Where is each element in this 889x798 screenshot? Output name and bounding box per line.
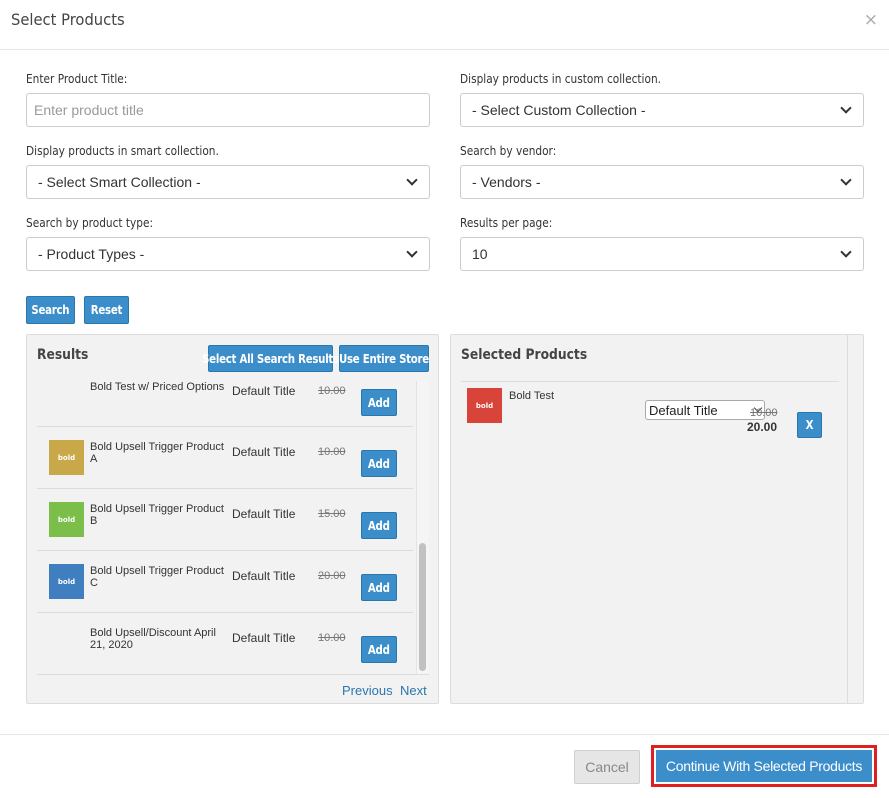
results-panel: Results Select All Search Results Use En…: [26, 334, 439, 704]
variant-label: Default Title: [232, 507, 296, 521]
selected-panel: Selected Products bold Bold Test Default…: [450, 334, 864, 704]
vendor-value: - Vendors -: [472, 174, 541, 190]
panel-divider: [847, 335, 848, 703]
add-label: Add: [368, 518, 390, 533]
add-label: Add: [368, 395, 390, 410]
custom-collection-label: Display products in custom collection.: [460, 72, 662, 86]
selected-header-divider: [461, 381, 839, 382]
cancel-button[interactable]: Cancel: [574, 750, 640, 784]
custom-collection-value: - Select Custom Collection -: [472, 102, 646, 118]
reset-button-label: Reset: [90, 303, 123, 317]
result-row: Bold Upsell/Discount April 21, 2020 Defa…: [37, 613, 413, 674]
chevron-down-icon: [406, 174, 418, 186]
vendor-select[interactable]: - Vendors -: [460, 165, 864, 199]
price: 10.00: [318, 446, 346, 458]
search-button[interactable]: Search: [26, 296, 75, 324]
product-name: Bold Test: [509, 390, 555, 402]
close-icon[interactable]: ×: [864, 10, 878, 30]
vendor-label: Search by vendor:: [460, 144, 557, 158]
add-label: Add: [368, 642, 390, 657]
product-title-label: Enter Product Title:: [26, 72, 128, 86]
product-name: Bold Upsell Trigger Product B: [90, 503, 224, 527]
chevron-down-icon: [840, 102, 852, 114]
chevron-down-icon: [840, 174, 852, 186]
select-all-results-button[interactable]: Select All Search Results: [202, 345, 339, 372]
smart-collection-select[interactable]: - Select Smart Collection -: [26, 165, 430, 199]
use-entire-store-label: Use Entire Store: [338, 351, 430, 366]
per-page-value: 10: [472, 246, 488, 262]
product-name: Bold Upsell Trigger Product C: [90, 565, 224, 589]
result-row: Bold Test w/ Priced Options Default Titl…: [37, 381, 413, 427]
add-button[interactable]: Add: [361, 450, 397, 477]
add-label: Add: [368, 580, 390, 595]
result-row: bold Bold Upsell Trigger Product A Defau…: [37, 427, 413, 489]
selected-title: Selected Products: [461, 347, 588, 363]
variant-select[interactable]: Default Title: [645, 400, 765, 420]
variant-label: Default Title: [232, 384, 296, 398]
variant-label: Default Title: [232, 569, 296, 583]
continue-button[interactable]: Continue With Selected Products: [656, 750, 872, 782]
next-link[interactable]: Next: [400, 683, 427, 698]
product-thumbnail: bold: [49, 502, 84, 537]
price: 10.00: [318, 385, 346, 397]
product-name: Bold Test w/ Priced Options: [90, 381, 225, 393]
result-row: bold Bold Upsell Trigger Product B Defau…: [37, 489, 413, 551]
product-thumbnail: bold: [467, 388, 502, 423]
results-title: Results: [37, 347, 89, 363]
product-title-input[interactable]: [26, 93, 430, 127]
product-type-select[interactable]: - Product Types -: [26, 237, 430, 271]
reset-button[interactable]: Reset: [84, 296, 129, 324]
product-name: Bold Upsell/Discount April 21, 2020: [90, 627, 216, 651]
smart-collection-value: - Select Smart Collection -: [38, 174, 201, 190]
modal-header: Select Products ×: [0, 0, 889, 50]
product-thumbnail: bold: [49, 440, 84, 475]
remove-button[interactable]: X: [797, 412, 822, 438]
add-button[interactable]: Add: [361, 636, 397, 663]
search-button-label: Search: [31, 303, 70, 317]
result-row: bold Bold Upsell Trigger Product C Defau…: [37, 551, 413, 613]
price: 15.00: [318, 508, 346, 520]
add-button[interactable]: Add: [361, 512, 397, 539]
product-name: Bold Upsell Trigger Product A: [90, 441, 224, 465]
per-page-select[interactable]: 10: [460, 237, 864, 271]
select-all-label: Select All Search Results: [202, 351, 339, 366]
price: 20.00: [318, 570, 346, 582]
old-price: 10.00: [750, 407, 778, 419]
modal-title: Select Products: [11, 10, 125, 29]
use-entire-store-button[interactable]: Use Entire Store: [339, 345, 429, 372]
results-list[interactable]: Bold Test w/ Priced Options Default Titl…: [37, 381, 429, 675]
smart-collection-label: Display products in smart collection.: [26, 144, 219, 158]
add-button[interactable]: Add: [361, 389, 397, 416]
results-scrollbar-thumb[interactable]: [419, 543, 426, 671]
previous-link[interactable]: Previous: [342, 683, 393, 698]
variant-label: Default Title: [232, 445, 296, 459]
chevron-down-icon: [406, 246, 418, 258]
variant-value: Default Title: [649, 402, 718, 418]
add-label: Add: [368, 456, 390, 471]
add-button[interactable]: Add: [361, 574, 397, 601]
product-type-label: Search by product type:: [26, 216, 154, 230]
product-thumbnail: bold: [49, 564, 84, 599]
custom-collection-select[interactable]: - Select Custom Collection -: [460, 93, 864, 127]
variant-label: Default Title: [232, 631, 296, 645]
per-page-label: Results per page:: [460, 216, 553, 230]
price: 20.00: [747, 420, 778, 434]
price: 10.00: [318, 632, 346, 644]
remove-label: X: [805, 418, 814, 432]
chevron-down-icon: [840, 246, 852, 258]
product-type-value: - Product Types -: [38, 246, 145, 262]
